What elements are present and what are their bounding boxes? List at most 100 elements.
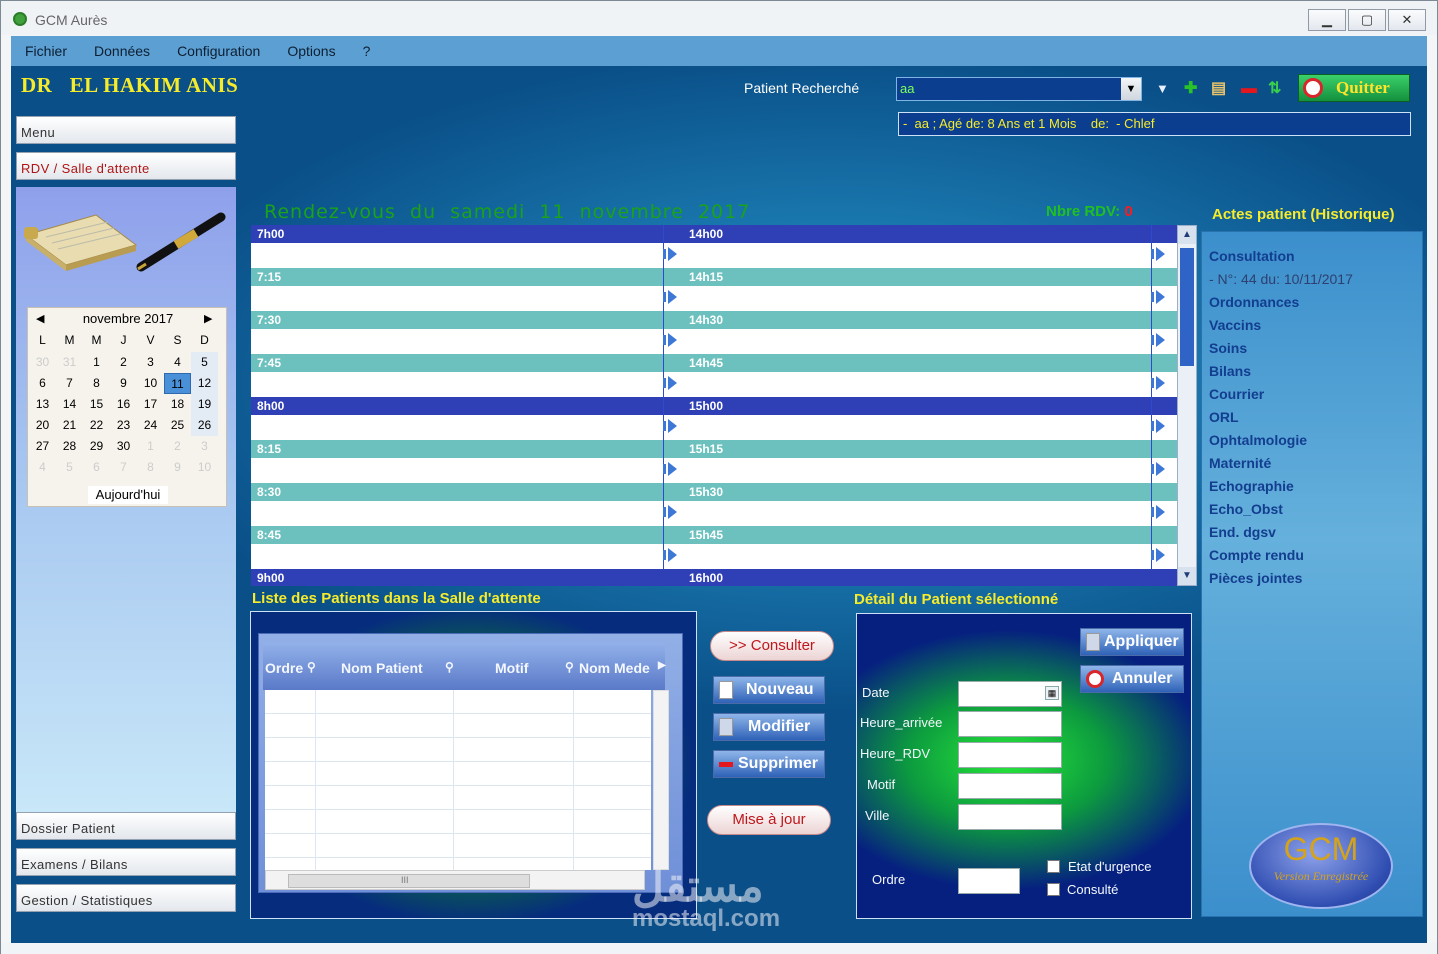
- open-slot-arrow-icon[interactable]: [1151, 483, 1171, 526]
- menu-configuration[interactable]: Configuration: [163, 36, 273, 66]
- calendar-day[interactable]: 4: [29, 457, 56, 478]
- acte-item[interactable]: Maternité: [1209, 455, 1271, 471]
- waiting-room-table[interactable]: Ordre ⚲ Nom Patient ⚲ Motif ⚲ Nom Mede ▶…: [258, 633, 683, 893]
- calendar-day[interactable]: 1: [137, 436, 164, 457]
- schedule-slot[interactable]: 15h30: [683, 483, 1177, 526]
- modifier-button[interactable]: Modifier: [713, 713, 825, 741]
- open-slot-arrow-icon[interactable]: [663, 483, 683, 526]
- calendar-day[interactable]: 30: [29, 352, 56, 373]
- open-slot-arrow-icon[interactable]: [663, 397, 683, 440]
- open-slot-arrow-icon[interactable]: [1151, 268, 1171, 311]
- acte-item[interactable]: Ophtalmologie: [1209, 432, 1307, 448]
- calendar-day[interactable]: 8: [83, 373, 110, 394]
- calendar-day[interactable]: 10: [191, 457, 218, 478]
- open-slot-arrow-icon[interactable]: [1151, 311, 1171, 354]
- calendar-day[interactable]: 24: [137, 415, 164, 436]
- calendar-day[interactable]: 19: [191, 394, 218, 415]
- menu-help[interactable]: ?: [349, 36, 384, 66]
- acte-item[interactable]: Compte rendu: [1209, 547, 1304, 563]
- mise-a-jour-button[interactable]: Mise à jour: [707, 805, 831, 835]
- open-slot-arrow-icon[interactable]: [1151, 397, 1171, 440]
- calendar-icon[interactable]: ▦: [1045, 686, 1059, 700]
- col-nom-patient[interactable]: Nom Patient: [341, 660, 423, 676]
- schedule-slot[interactable]: 14h15: [683, 268, 1177, 311]
- acte-item[interactable]: End. dgsv: [1209, 524, 1276, 540]
- slot-entry[interactable]: [683, 329, 1177, 354]
- slot-entry[interactable]: [251, 286, 683, 311]
- calendar-day[interactable]: 29: [83, 436, 110, 457]
- open-slot-arrow-icon[interactable]: [1151, 354, 1171, 397]
- prev-month-icon[interactable]: ◀: [36, 308, 44, 330]
- schedule-slot[interactable]: 14h30: [683, 311, 1177, 354]
- col-ordre[interactable]: Ordre: [265, 660, 303, 676]
- slot-entry[interactable]: [683, 458, 1177, 483]
- motif-field[interactable]: [958, 773, 1062, 799]
- scroll-thumb[interactable]: [1180, 248, 1194, 366]
- calendar[interactable]: ◀ novembre 2017 ▶ LMMJVSD 30 31 1 2 3 4 5 6 7 8 9 1…: [27, 307, 227, 507]
- nav-menu-button[interactable]: Menu: [16, 116, 236, 144]
- consulte-checkbox[interactable]: [1047, 883, 1060, 896]
- acte-item[interactable]: Soins: [1209, 340, 1247, 356]
- calendar-day[interactable]: 8: [137, 457, 164, 478]
- slot-entry[interactable]: [683, 501, 1177, 526]
- calendar-day[interactable]: 10: [137, 373, 164, 394]
- calendar-day[interactable]: 14: [56, 394, 83, 415]
- quit-button[interactable]: Quitter: [1298, 74, 1410, 102]
- acte-item[interactable]: Ordonnances: [1209, 294, 1299, 310]
- heure-rdv-field[interactable]: [958, 742, 1062, 768]
- open-slot-arrow-icon[interactable]: [663, 225, 683, 268]
- acte-item[interactable]: Vaccins: [1209, 317, 1261, 333]
- acte-item[interactable]: Echo_Obst: [1209, 501, 1283, 517]
- today-button[interactable]: Aujourd'hui: [88, 486, 168, 504]
- dropdown-arrow-icon[interactable]: ▼: [1156, 81, 1169, 97]
- table-row[interactable]: [265, 810, 651, 834]
- calendar-day[interactable]: 4: [164, 352, 191, 373]
- calendar-day[interactable]: 18: [164, 394, 191, 415]
- calendar-day[interactable]: 1: [83, 352, 110, 373]
- ordre-field[interactable]: [958, 868, 1020, 894]
- slot-entry[interactable]: [251, 329, 683, 354]
- calendar-day[interactable]: 3: [191, 436, 218, 457]
- schedule-slot[interactable]: 7:45: [251, 354, 683, 397]
- col-motif[interactable]: Motif: [495, 660, 528, 676]
- close-button[interactable]: ✕: [1388, 9, 1426, 31]
- calendar-day[interactable]: 25: [164, 415, 191, 436]
- scroll-down-icon[interactable]: ▼: [1178, 567, 1196, 585]
- next-month-icon[interactable]: ▶: [204, 308, 212, 330]
- nav-examens-button[interactable]: Examens / Bilans: [16, 848, 236, 876]
- calendar-day[interactable]: 12: [191, 373, 218, 394]
- search-icon[interactable]: ⚲: [307, 660, 316, 674]
- open-slot-arrow-icon[interactable]: [663, 354, 683, 397]
- appliquer-button[interactable]: Appliquer: [1080, 628, 1184, 656]
- calendar-day[interactable]: 7: [110, 457, 137, 478]
- schedule-slot[interactable]: 15h45: [683, 526, 1177, 569]
- calendar-day[interactable]: 5: [191, 352, 218, 373]
- acte-item[interactable]: Pièces jointes: [1209, 570, 1302, 586]
- open-slot-arrow-icon[interactable]: [1151, 526, 1171, 569]
- calendar-day[interactable]: 28: [56, 436, 83, 457]
- calendar-day[interactable]: 30: [110, 436, 137, 457]
- calendar-day[interactable]: 5: [56, 457, 83, 478]
- calendar-day[interactable]: 6: [29, 373, 56, 394]
- calendar-day[interactable]: 9: [110, 373, 137, 394]
- table-horizontal-scrollbar[interactable]: III: [265, 870, 645, 890]
- schedule-slot[interactable]: 15h15: [683, 440, 1177, 483]
- maximize-button[interactable]: ▢: [1348, 9, 1386, 31]
- calendar-day[interactable]: 23: [110, 415, 137, 436]
- acte-item[interactable]: Echographie: [1209, 478, 1294, 494]
- calendar-day[interactable]: 27: [29, 436, 56, 457]
- calendar-day[interactable]: 2: [110, 352, 137, 373]
- calendar-day[interactable]: 26: [191, 415, 218, 436]
- open-slot-arrow-icon[interactable]: [663, 526, 683, 569]
- slot-entry[interactable]: [251, 501, 683, 526]
- calendar-day[interactable]: 17: [137, 394, 164, 415]
- add-icon[interactable]: ✚: [1184, 81, 1197, 97]
- slot-entry[interactable]: [251, 243, 683, 268]
- calendar-day[interactable]: 13: [29, 394, 56, 415]
- schedule-slot[interactable]: 14h45: [683, 354, 1177, 397]
- slot-entry[interactable]: [683, 243, 1177, 268]
- supprimer-button[interactable]: Supprimer: [713, 750, 825, 778]
- calendar-day[interactable]: 16: [110, 394, 137, 415]
- table-vertical-scrollbar[interactable]: [653, 690, 669, 870]
- table-row[interactable]: [265, 786, 651, 810]
